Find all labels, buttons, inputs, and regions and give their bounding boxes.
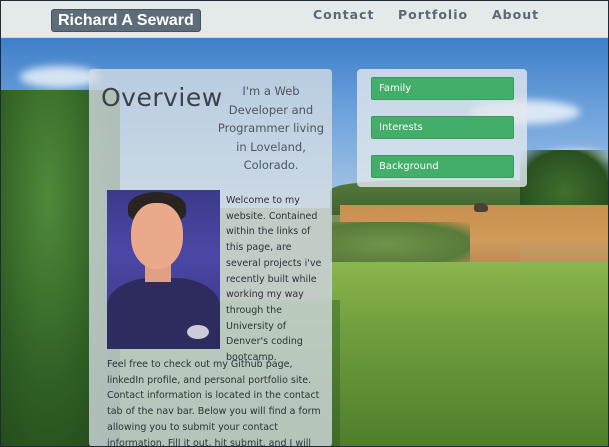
- brand-name[interactable]: Richard A Seward: [51, 9, 201, 32]
- background-button[interactable]: Background: [371, 155, 514, 178]
- interests-button[interactable]: Interests: [371, 116, 514, 139]
- grass-field: [330, 262, 609, 447]
- cloud: [20, 66, 100, 88]
- nav-link-portfolio[interactable]: Portfolio: [398, 8, 468, 22]
- intro-text-top: Welcome to my website. Contained within …: [226, 195, 322, 364]
- nav-link-about[interactable]: About: [492, 8, 539, 22]
- overview-title: Overview: [101, 83, 223, 112]
- family-button[interactable]: Family: [371, 77, 514, 100]
- marsh: [330, 222, 470, 267]
- intro-text-bottom: Feel free to check out my Github page, l…: [107, 359, 321, 447]
- elephant: [474, 203, 488, 212]
- nav-link-contact[interactable]: Contact: [313, 8, 374, 22]
- navbar: Richard A Seward Contact Portfolio About: [0, 0, 609, 38]
- overview-card: Overview I'm a Web Developer and Program…: [89, 69, 332, 447]
- tagline: I'm a Web Developer and Programmer livin…: [217, 84, 325, 172]
- profile-photo: [107, 190, 220, 349]
- side-menu-card: Family Interests Background: [357, 69, 527, 187]
